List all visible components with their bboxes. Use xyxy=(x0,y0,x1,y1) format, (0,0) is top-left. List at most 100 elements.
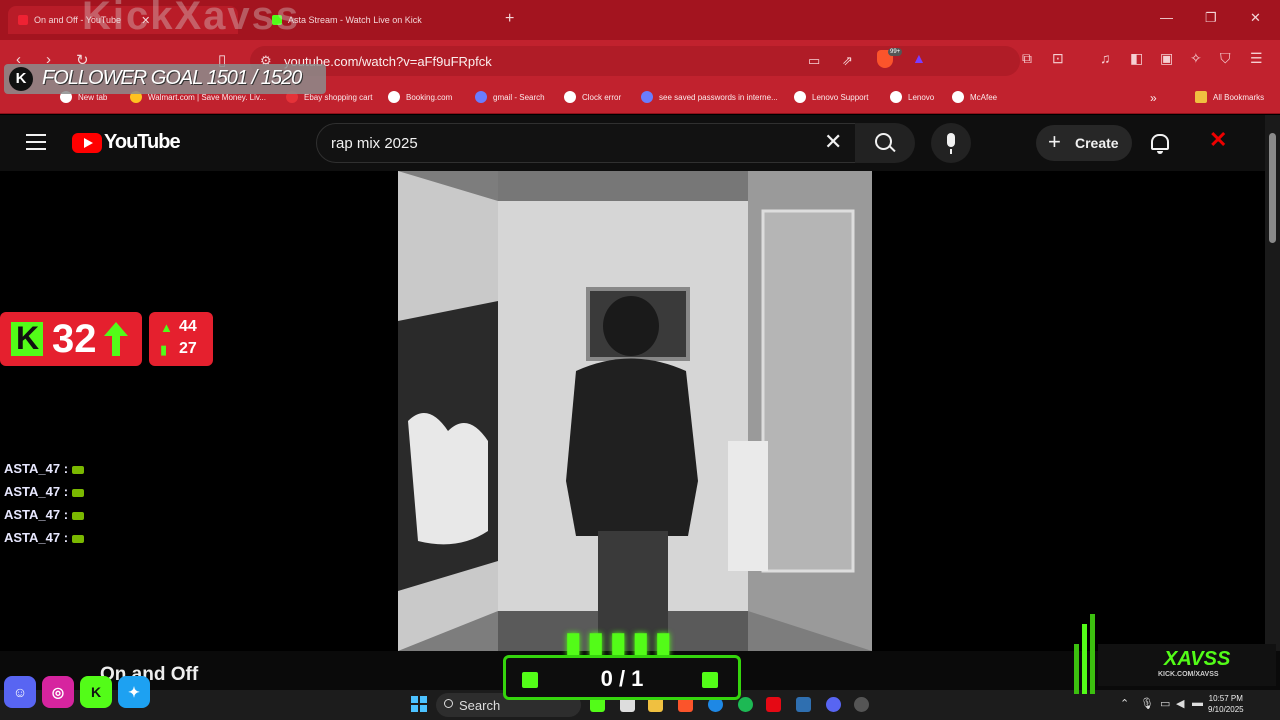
chat-message: ASTA_47 : xyxy=(4,507,85,522)
brave-rewards-icon[interactable]: ▲ xyxy=(912,50,926,66)
bookmark-item[interactable]: Booking.com xyxy=(388,91,452,103)
hamburger-menu-icon[interactable] xyxy=(26,134,46,155)
bookmark-item[interactable]: see saved passwords in interne... xyxy=(641,91,778,103)
new-tab-button[interactable]: + xyxy=(505,10,514,28)
tank-emote-icon xyxy=(72,488,85,497)
leo-ai-icon[interactable]: ✧ xyxy=(1190,50,1202,67)
windows-start-icon[interactable] xyxy=(411,696,427,712)
more-bookmarks-icon[interactable]: » xyxy=(1150,91,1157,105)
kick-logo-icon: K xyxy=(9,67,33,91)
gift-icon xyxy=(702,672,718,688)
voice-search-button[interactable] xyxy=(931,123,971,163)
chat-message: ASTA_47 : xyxy=(4,461,85,476)
youtube-logo-text[interactable]: YouTube xyxy=(104,131,181,154)
up-arrow-icon xyxy=(104,322,128,356)
folder-icon xyxy=(1195,91,1207,103)
restore-icon[interactable]: ❐ xyxy=(1205,10,1217,26)
bookmark-item[interactable]: Lenovo Support xyxy=(794,91,869,103)
bookmark-item[interactable]: McAfee xyxy=(952,91,997,103)
spotify-icon[interactable] xyxy=(738,697,753,712)
taskbar-clock[interactable]: 10:57 PM 9/10/2025 xyxy=(1208,693,1244,715)
globe-icon xyxy=(388,91,400,103)
streamer-url: KICK.COM/XAVSS xyxy=(1158,671,1219,678)
streamer-name: XAVSS xyxy=(1164,648,1231,670)
follower-goal-overlay: K FOLLOWER GOAL 1501 / 1520 xyxy=(4,64,326,94)
browser-menu-icon[interactable]: ☰ xyxy=(1250,50,1263,67)
globe-icon xyxy=(890,91,902,103)
tray-chevron-icon[interactable]: ⌃ xyxy=(1120,697,1129,710)
video-thumbnail-image xyxy=(398,171,872,651)
page-search-icon[interactable]: ⊡ xyxy=(1052,50,1064,67)
tank-emote-icon xyxy=(72,465,85,474)
tank-emote-icon xyxy=(72,534,85,543)
wallet-icon[interactable]: ▣ xyxy=(1160,50,1173,67)
all-bookmarks-folder[interactable]: All Bookmarks xyxy=(1195,91,1264,103)
plus-icon: + xyxy=(1048,129,1061,154)
media-icon[interactable]: ♫ xyxy=(1100,50,1111,66)
notifications-icon[interactable] xyxy=(1151,134,1169,154)
account-avatar[interactable]: ✕ xyxy=(1209,127,1227,153)
youtube-favicon-icon xyxy=(18,15,28,25)
network-icon[interactable]: ▭ xyxy=(1160,697,1170,710)
app-icon[interactable] xyxy=(796,697,811,712)
stream-watermark: KickXavss xyxy=(82,0,301,38)
stat-up-value: 44 xyxy=(179,318,197,335)
streamer-nameplate: XAVSS KICK.COM/XAVSS xyxy=(1098,644,1276,686)
extensions-icon[interactable]: ⧉ xyxy=(1022,50,1032,67)
search-button[interactable] xyxy=(855,123,915,163)
youtube-header: YouTube rap mix 2025 ✕ + Create ✕ xyxy=(0,115,1265,171)
instagram-icon: ◎ xyxy=(42,676,74,708)
video-player[interactable] xyxy=(398,171,872,651)
url-field[interactable]: ⚙ youtube.com/watch?v=aFf9uFRpfck ▭ ⇗ xyxy=(250,46,1020,76)
social-links: ☺ ◎ K ✦ xyxy=(4,676,150,708)
sub-goal-widget: 0 / 1 xyxy=(503,655,741,700)
chat-message: ASTA_47 : xyxy=(4,484,85,499)
bar-chart-icon: ▮ xyxy=(160,342,168,357)
clear-search-icon[interactable]: ✕ xyxy=(824,131,842,153)
kick-icon: K xyxy=(80,676,112,708)
search-icon xyxy=(475,91,487,103)
discord-icon: ☺ xyxy=(4,676,36,708)
create-button[interactable]: + Create xyxy=(1036,125,1132,161)
stat-bars-value: 27 xyxy=(179,340,197,357)
minimize-icon[interactable]: — xyxy=(1160,10,1173,25)
upvote-icon: ▲ xyxy=(160,320,173,335)
search-icon xyxy=(641,91,653,103)
clock-date: 9/10/2025 xyxy=(1208,705,1244,714)
tab-title: Asta Stream - Watch Live on Kick xyxy=(288,15,422,25)
globe-icon xyxy=(564,91,576,103)
volume-icon[interactable]: ◀ xyxy=(1176,697,1184,710)
bookmark-item[interactable]: gmail - Search xyxy=(475,91,545,103)
tank-emote-icon xyxy=(72,511,85,520)
equalizer-icon xyxy=(1074,614,1095,694)
settings-icon[interactable] xyxy=(854,697,869,712)
search-input[interactable]: rap mix 2025 xyxy=(316,123,856,163)
follower-goal-text: FOLLOWER GOAL 1501 / 1520 xyxy=(42,67,302,89)
cast-icon[interactable]: ▭ xyxy=(808,53,820,69)
microphone-icon[interactable]: 🎙 xyxy=(1140,697,1154,710)
share-icon[interactable]: ⇗ xyxy=(842,53,853,69)
close-window-icon[interactable]: ✕ xyxy=(1250,10,1261,26)
clock-time: 10:57 PM xyxy=(1208,694,1243,703)
search-query: rap mix 2025 xyxy=(331,135,418,152)
discord-taskbar-icon[interactable] xyxy=(826,697,841,712)
create-label: Create xyxy=(1075,135,1119,151)
chat-message: ASTA_47 : xyxy=(4,530,85,545)
twitter-icon: ✦ xyxy=(118,676,150,708)
page-scrollbar[interactable] xyxy=(1265,115,1280,655)
globe-icon xyxy=(952,91,964,103)
sidebar-icon[interactable]: ◧ xyxy=(1130,50,1143,67)
youtube-logo-icon[interactable] xyxy=(72,133,102,153)
extension-badge: 99+ xyxy=(888,48,903,56)
netflix-icon[interactable] xyxy=(766,697,781,712)
kick-viewer-count-panel: 32 xyxy=(0,312,142,366)
vpn-icon[interactable]: ⛉ xyxy=(1220,50,1231,67)
stream-stats-panel: ▲ 44 ▮ 27 xyxy=(149,312,213,366)
bookmark-item[interactable]: Lenovo xyxy=(890,91,934,103)
battery-icon[interactable]: ▬ xyxy=(1192,697,1203,709)
globe-icon xyxy=(794,91,806,103)
viewer-count: 32 xyxy=(52,317,97,361)
kick-logo-icon xyxy=(11,320,43,357)
bookmark-item[interactable]: Clock error xyxy=(564,91,621,103)
scrollbar-thumb[interactable] xyxy=(1269,133,1276,243)
